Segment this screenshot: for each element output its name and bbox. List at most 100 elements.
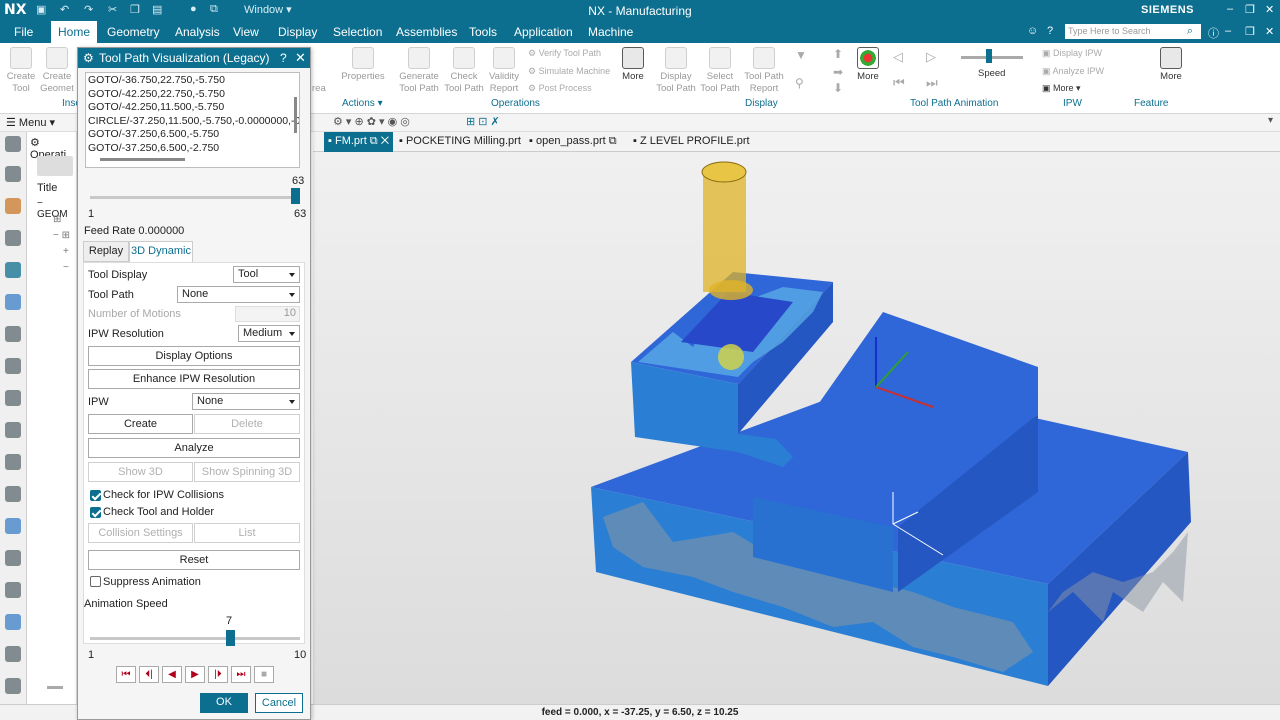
tree-node-2[interactable]: − ⊞ <box>53 230 70 241</box>
tree-node-3[interactable]: + <box>63 246 69 257</box>
speed-slider-track[interactable] <box>961 56 1023 59</box>
search-input[interactable]: Type Here to Search <box>1065 24 1201 39</box>
step-back-icon[interactable]: ⏴| <box>139 666 159 683</box>
more-display-button[interactable]: More <box>852 47 884 83</box>
assembly-icon[interactable] <box>5 198 21 214</box>
suppress-animation-checkbox[interactable] <box>90 576 101 587</box>
ribbon-restore-icon[interactable]: ❐ <box>1245 25 1255 38</box>
gear-icon[interactable] <box>5 136 21 152</box>
step-forward-icon[interactable]: |⏵ <box>208 666 228 683</box>
cancel-button[interactable]: Cancel <box>255 693 303 713</box>
tab-tools[interactable]: Tools <box>469 25 497 39</box>
tool-navigator-icon[interactable] <box>5 294 21 310</box>
display-options-button[interactable]: Display Options <box>88 346 300 366</box>
motions-field[interactable]: 10 <box>235 306 300 322</box>
first-frame-icon[interactable]: ⏮ <box>116 666 136 683</box>
create-geometry-button[interactable]: Create Geomet <box>40 47 74 95</box>
tool-path-report-button[interactable]: Tool Path Report <box>743 47 785 95</box>
code-line[interactable]: GOTO/-36.750,22.750,-5.750 <box>88 74 297 88</box>
simulate-machine-button[interactable]: ⚙ Simulate Machine <box>528 66 610 77</box>
machine-icon[interactable] <box>5 326 21 342</box>
tool-display-select[interactable]: Tool <box>233 266 300 283</box>
title-column-header[interactable]: Title <box>37 182 57 194</box>
enhance-ipw-button[interactable]: Enhance IPW Resolution <box>88 369 300 389</box>
stop-icon[interactable]: ■ <box>254 666 274 683</box>
dialog-header[interactable]: ⚙ Tool Path Visualization (Legacy) ? ✕ <box>78 48 310 68</box>
ipw-resolution-select[interactable]: Medium <box>238 325 300 342</box>
more-feature-button[interactable]: More <box>1156 47 1186 83</box>
properties-button[interactable]: Properties <box>340 47 386 83</box>
dialog-gear-icon[interactable]: ⚙ <box>83 51 94 65</box>
motion-slider-track[interactable] <box>90 196 300 199</box>
smiley-icon[interactable]: ☺ <box>1027 25 1038 37</box>
tab-view[interactable]: View <box>233 25 259 39</box>
tab-open-pass[interactable]: ▪ open_pass.prt ⧉ <box>529 135 617 148</box>
analyze-ipw-button[interactable]: ▣ Analyze IPW <box>1042 66 1104 77</box>
menu-button[interactable]: ☰ Menu ▾ <box>6 116 55 129</box>
arrow-up-icon[interactable]: ⬆ <box>833 47 843 61</box>
rewind-icon[interactable]: ⏮ <box>893 75 905 91</box>
analyze-button[interactable]: Analyze <box>88 438 300 458</box>
check-tool-path-button[interactable]: Check Tool Path <box>443 47 485 95</box>
history-icon[interactable] <box>5 550 21 566</box>
search-icon[interactable]: ⌕ <box>1187 25 1193 38</box>
arrow-right-icon[interactable]: ➡ <box>833 65 843 79</box>
reset-button[interactable]: Reset <box>88 550 300 570</box>
navigator-scrollbar[interactable] <box>47 686 63 689</box>
more-help-icon[interactable]: ⓘ <box>1208 25 1219 41</box>
graphics-window[interactable] <box>313 152 1280 704</box>
animation-speed-track[interactable] <box>90 637 300 640</box>
dialog-help-icon[interactable]: ? <box>280 51 287 65</box>
code-line[interactable]: GOTO/-37.250,6.500,-5.750 <box>88 128 297 142</box>
help-icon[interactable]: ? <box>1047 25 1053 37</box>
play-icon[interactable]: ▷ <box>926 49 936 65</box>
tab-assemblies[interactable]: Assemblies <box>396 25 457 39</box>
feature-navigator-icon[interactable] <box>5 358 21 374</box>
check-tool-holder-checkbox[interactable] <box>90 507 101 518</box>
minimize-icon[interactable]: – <box>1227 3 1233 15</box>
code-line[interactable]: GOTO/-42.250,11.500,-5.750 <box>88 101 297 115</box>
vertical-scrollbar[interactable] <box>294 97 297 133</box>
tool-path-select[interactable]: None <box>177 286 300 303</box>
speed-slider-thumb[interactable] <box>986 49 992 63</box>
web-icon[interactable] <box>5 518 21 534</box>
tree-node-1[interactable]: ⊞ <box>53 214 61 225</box>
wrench-icon[interactable] <box>5 614 21 630</box>
check-ipw-collisions-checkbox[interactable] <box>90 490 101 501</box>
toolbar-icon-2[interactable]: ⊞ ⊡ ✗ <box>466 115 500 128</box>
last-frame-icon[interactable]: ⏭ <box>231 666 251 683</box>
show-spinning-3d-button[interactable]: Show Spinning 3D <box>194 462 300 482</box>
settings-icon[interactable] <box>5 646 21 662</box>
tab-fm-prt[interactable]: ▪ FM.prt ⧉ ✕ <box>324 132 394 152</box>
tab-home[interactable]: Home <box>51 21 98 43</box>
more-ipw-button[interactable]: ▣ More ▾ <box>1042 83 1081 94</box>
tool-icon[interactable]: ⚲ <box>795 76 804 90</box>
play-reverse-icon[interactable]: ◀ <box>162 666 182 683</box>
tab-file[interactable]: File <box>14 25 33 39</box>
tab-pocketing[interactable]: ▪ POCKETING Milling.prt <box>399 135 521 147</box>
arrow-down-icon[interactable]: ⬇ <box>833 81 843 95</box>
dialog-close-icon[interactable]: ✕ <box>295 50 306 66</box>
navigator-view-icons[interactable] <box>37 156 73 176</box>
ok-button[interactable]: OK <box>200 693 248 713</box>
motion-slider-thumb[interactable] <box>291 188 300 204</box>
roles-icon[interactable] <box>5 582 21 598</box>
constraint-icon[interactable] <box>5 230 21 246</box>
delete-ipw-button[interactable]: Delete <box>194 414 300 434</box>
play-forward-icon[interactable]: ▶ <box>185 666 205 683</box>
tab-3d-dynamic[interactable]: 3D Dynamic <box>129 241 193 262</box>
generate-tool-path-button[interactable]: Generate Tool Path <box>397 47 441 95</box>
tab-z-level-profile[interactable]: ▪ Z LEVEL PROFILE.prt <box>633 135 750 147</box>
tab-selection[interactable]: Selection <box>333 25 382 39</box>
reuse-icon[interactable] <box>5 422 21 438</box>
display-ipw-button[interactable]: ▣ Display IPW <box>1042 48 1102 59</box>
tab-geometry[interactable]: Geometry <box>107 25 160 39</box>
code-line[interactable]: CIRCLE/-37.250,11.500,-5.750,-0.0000000,… <box>88 115 299 129</box>
code-line[interactable]: GOTO/-42.250,22.750,-5.750 <box>88 88 297 102</box>
collision-settings-button[interactable]: Collision Settings <box>88 523 193 543</box>
more-operations-button[interactable]: More <box>617 47 649 83</box>
part-navigator-icon[interactable] <box>5 166 21 182</box>
ribbon-min-icon[interactable]: – <box>1225 25 1231 37</box>
ipw-select[interactable]: None <box>192 393 300 410</box>
actions-group-label[interactable]: Actions ▾ <box>342 98 383 109</box>
